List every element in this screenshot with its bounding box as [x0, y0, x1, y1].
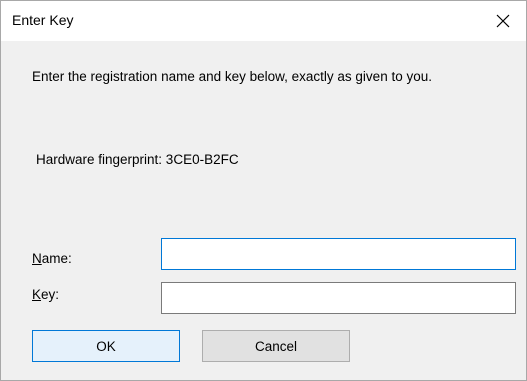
name-input[interactable] [161, 238, 516, 270]
window-title: Enter Key [12, 12, 74, 28]
name-label-accel: N [32, 251, 42, 266]
key-input[interactable] [161, 282, 516, 314]
name-label: Name: [32, 251, 72, 266]
ok-button[interactable]: OK [32, 330, 180, 362]
close-icon [496, 14, 510, 28]
name-label-rest: ame: [41, 251, 72, 266]
cancel-button[interactable]: Cancel [202, 330, 350, 362]
enter-key-dialog: Enter Key Enter the registration name an… [0, 0, 527, 381]
hardware-fingerprint: Hardware fingerprint: 3CE0-B2FC [36, 152, 239, 167]
close-button[interactable] [480, 1, 526, 41]
instruction-text: Enter the registration name and key belo… [32, 69, 432, 84]
title-bar: Enter Key [1, 1, 526, 41]
key-label-rest: ey: [41, 287, 60, 302]
key-label-accel: K [32, 287, 42, 302]
key-label: Key: [32, 287, 59, 302]
